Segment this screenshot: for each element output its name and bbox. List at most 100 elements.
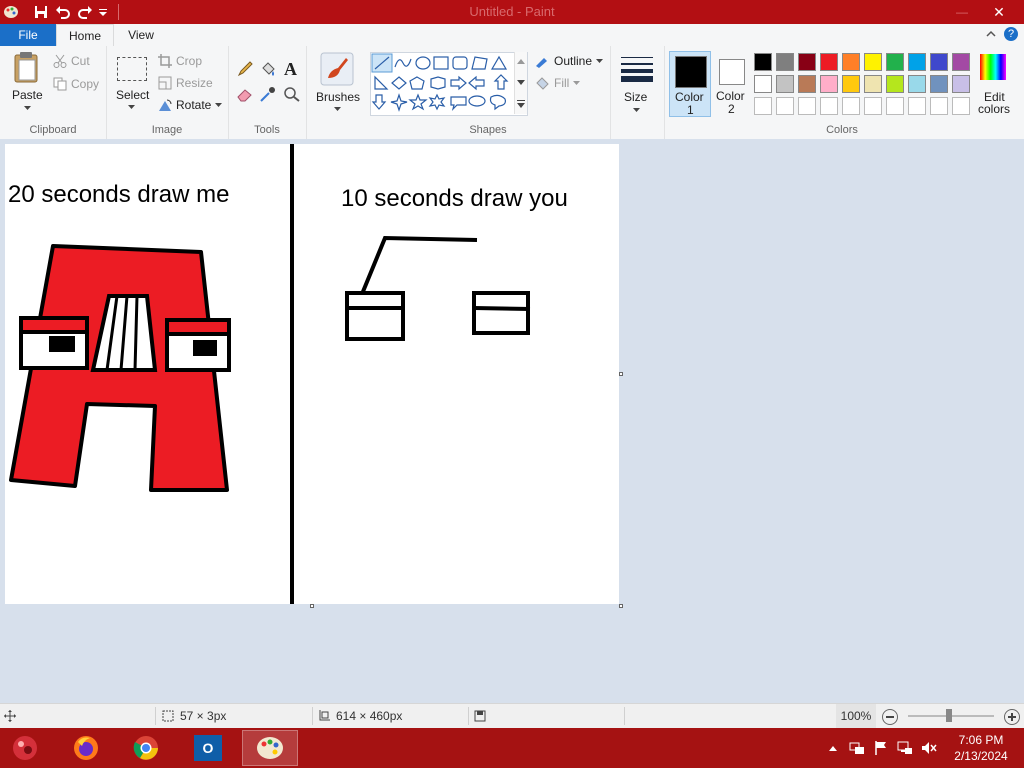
fill-bucket-icon[interactable] [259,60,277,78]
workspace[interactable]: 20 seconds draw me 10 seconds draw you [0,139,1024,703]
firefox-icon [74,736,98,760]
chevron-up-icon [829,746,837,751]
start-button[interactable] [0,730,50,766]
show-hidden-icons[interactable] [826,728,840,768]
custom-color-swatch[interactable] [864,97,882,115]
color-swatch[interactable] [864,53,882,71]
color-swatch[interactable] [820,75,838,93]
disk-icon [474,710,486,722]
custom-color-swatch[interactable] [842,97,860,115]
color-swatch[interactable] [952,75,970,93]
tray-volume[interactable] [918,728,940,768]
custom-color-swatch[interactable] [776,97,794,115]
shapes-gallery[interactable] [370,52,528,116]
color-swatch[interactable] [930,53,948,71]
outlook-taskbar-button[interactable]: O [180,730,236,766]
start-orb-icon [13,736,37,760]
collapse-ribbon-icon[interactable] [986,28,996,42]
color-swatch[interactable] [864,75,882,93]
copy-button[interactable]: Copy [53,77,99,91]
chrome-taskbar-button[interactable] [118,730,174,766]
custom-color-swatch[interactable] [798,97,816,115]
color2-button[interactable]: Color 2 [713,51,751,117]
drawing-canvas[interactable]: 20 seconds draw me 10 seconds draw you [5,144,619,604]
zoom-slider-thumb[interactable] [946,709,952,722]
edit-colors-button[interactable]: Edit colors [974,52,1014,116]
color-swatch[interactable] [842,75,860,93]
tray-devices[interactable] [846,728,868,768]
eraser-icon[interactable] [236,86,254,102]
color-swatch[interactable] [952,53,970,71]
custom-color-swatch[interactable] [908,97,926,115]
copy-label: Copy [71,77,100,91]
magnifier-icon[interactable] [283,86,301,102]
crop-button[interactable]: Crop [158,54,202,68]
color-swatch[interactable] [886,75,904,93]
color-swatch[interactable] [886,53,904,71]
image-group-label: Image [151,124,183,136]
chevron-down-icon [128,105,135,109]
color-swatch[interactable] [820,53,838,71]
minimize-button[interactable]: — [950,3,974,21]
brushes-button[interactable]: Brushes [314,50,360,114]
custom-color-swatch[interactable] [886,97,904,115]
custom-color-swatch[interactable] [820,97,838,115]
color-swatch[interactable] [930,75,948,93]
color-swatch[interactable] [908,53,926,71]
resize-button[interactable]: Resize [158,76,213,90]
close-button[interactable]: ✕ [986,3,1012,21]
canvas-resize-handle-bottom[interactable] [310,604,314,608]
crop-icon [158,54,172,68]
color-swatch[interactable] [798,53,816,71]
firefox-taskbar-button[interactable] [58,730,114,766]
select-rectangle-icon [117,57,147,81]
canvas-resize-handle-right[interactable] [619,372,623,376]
color-swatch[interactable] [842,53,860,71]
cut-label: Cut [71,54,90,68]
cut-button[interactable]: Cut [53,54,90,68]
color-swatch[interactable] [908,75,926,93]
zoom-in-button[interactable] [1004,709,1020,725]
size-label: Size [624,90,648,104]
paste-button[interactable]: Paste [8,50,48,112]
help-icon[interactable]: ? [1004,27,1018,41]
size-button[interactable]: Size [618,52,656,114]
color-swatch[interactable] [754,53,772,71]
color-swatch[interactable] [776,53,794,71]
rotate-button[interactable]: Rotate [158,98,223,112]
custom-color-swatch[interactable] [952,97,970,115]
minimize-icon: — [956,5,968,19]
color-swatch[interactable] [754,75,772,93]
file-size [474,704,486,728]
outline-icon [536,58,547,68]
flag-icon [875,741,886,755]
image-group: Select Crop Resize Rotate Image [106,46,229,139]
fill-button[interactable]: Fill [534,76,581,90]
select-button[interactable]: Select [114,54,150,114]
zoom-slider[interactable] [908,709,994,722]
custom-color-swatch[interactable] [930,97,948,115]
brush-icon [320,52,354,86]
chevron-down-icon [517,80,525,85]
color-picker-icon[interactable] [259,86,277,102]
system-clock[interactable]: 7:06 PM 2/13/2024 [944,732,1018,764]
color2-number: 2 [728,102,735,116]
text-tool-icon[interactable]: A [284,59,297,80]
color-swatch[interactable] [798,75,816,93]
color1-button[interactable]: Color 1 [669,51,711,117]
fill-label: Fill [554,76,570,90]
tab-home[interactable]: Home [56,24,114,46]
canvas-resize-handle-corner[interactable] [619,604,623,608]
zoom-out-button[interactable] [882,709,898,725]
outline-button[interactable]: Outline [534,54,604,68]
pencil-icon[interactable] [236,60,254,78]
tab-file[interactable]: File [0,24,56,46]
tray-network[interactable] [894,728,916,768]
tab-view[interactable]: View [118,24,164,46]
tray-action-center[interactable] [870,728,892,768]
custom-color-swatch[interactable] [754,97,772,115]
color-swatch[interactable] [776,75,794,93]
paint-taskbar-button[interactable] [242,730,298,766]
shapes-scroll[interactable] [514,52,527,114]
chrome-icon [133,736,158,760]
